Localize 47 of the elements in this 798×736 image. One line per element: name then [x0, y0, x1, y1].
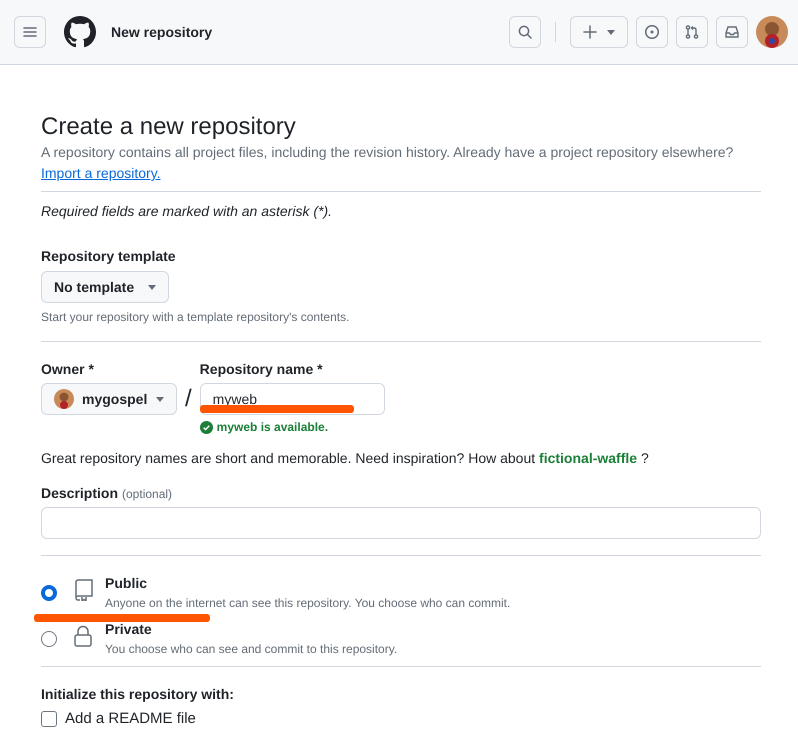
public-radio[interactable] — [41, 585, 57, 601]
private-radio[interactable] — [41, 631, 57, 647]
field-label: Description — [41, 484, 118, 503]
option-label[interactable]: Public — [105, 573, 510, 594]
caret-icon[interactable] — [607, 30, 615, 34]
search-icon[interactable] — [517, 24, 533, 40]
template-dropdown[interactable]: No template — [41, 271, 170, 303]
field-label: Repository name * — [200, 360, 324, 379]
field-label: Repository template — [41, 247, 177, 266]
hint-text: Start your repository with a template repository's contents. — [41, 309, 350, 326]
menu-button[interactable] — [14, 16, 46, 48]
availability-message: myweb is available. — [200, 418, 385, 436]
slash-separator: / — [185, 384, 192, 414]
lock-icon — [74, 625, 92, 647]
section-label: Initialize this repository with: — [41, 685, 235, 704]
optional-tag: (optional) — [122, 485, 172, 503]
book-icon — [74, 579, 94, 601]
logo-icon[interactable] — [64, 16, 96, 48]
search-button[interactable] — [509, 16, 541, 48]
inbox-icon[interactable] — [724, 24, 740, 40]
import-link[interactable]: Import a repository. — [41, 163, 161, 184]
plus-icon[interactable] — [583, 25, 597, 39]
suggestion-text: Great repository names are short and memorable. Need inspiration? How about fictional-waffle ? — [41, 449, 650, 468]
option-hint: Anyone on the internet can see this repository. You choose who can commit. — [105, 595, 510, 612]
description-field[interactable] — [41, 507, 761, 539]
create-new-button[interactable] — [570, 16, 628, 48]
page-heading: Create a new repository — [41, 112, 297, 142]
checkbox-label[interactable]: Add a README file — [65, 708, 196, 729]
readme-checkbox[interactable] — [41, 710, 57, 726]
page-title: New repository — [111, 22, 212, 42]
suggested-name-link[interactable]: fictional-waffle — [539, 450, 638, 466]
caret-icon[interactable] — [148, 284, 156, 290]
field-label: Owner * — [41, 360, 95, 379]
avatar[interactable] — [54, 389, 74, 409]
check-circle-icon — [200, 420, 213, 434]
caret-icon[interactable] — [156, 396, 164, 402]
intro-text: A repository contains all project files, including the revision history. Already have a project repository elsewhere? — [41, 143, 734, 162]
required-note: Required fields are marked with an asterisk (*). — [41, 202, 334, 221]
issue-icon[interactable] — [644, 24, 660, 40]
issues-button[interactable] — [636, 16, 668, 48]
owner-dropdown[interactable]: mygospel — [41, 383, 177, 415]
option-label[interactable]: Private — [105, 619, 398, 640]
pull-requests-button[interactable] — [676, 16, 708, 48]
avatar[interactable] — [756, 16, 788, 48]
inbox-button[interactable] — [716, 16, 748, 48]
option-hint: You choose who can see and commit to this repository. — [105, 641, 398, 658]
pull-request-icon[interactable] — [684, 24, 700, 40]
